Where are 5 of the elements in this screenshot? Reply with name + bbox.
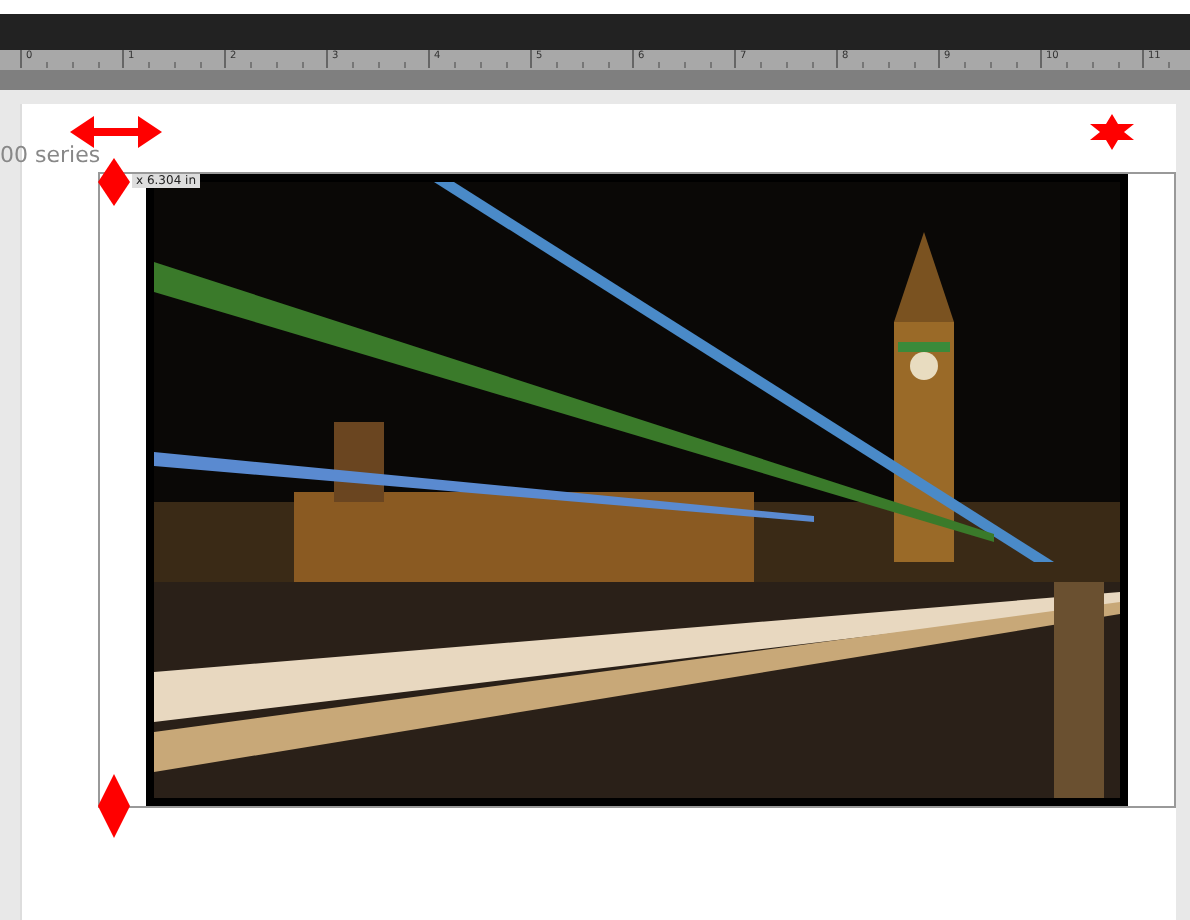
series-label: 00 series — [0, 142, 101, 168]
double-arrow-icon[interactable] — [70, 116, 162, 148]
diamond-icon[interactable] — [98, 774, 130, 838]
star-icon[interactable] — [1090, 114, 1134, 150]
diamond-icon[interactable] — [98, 158, 130, 206]
